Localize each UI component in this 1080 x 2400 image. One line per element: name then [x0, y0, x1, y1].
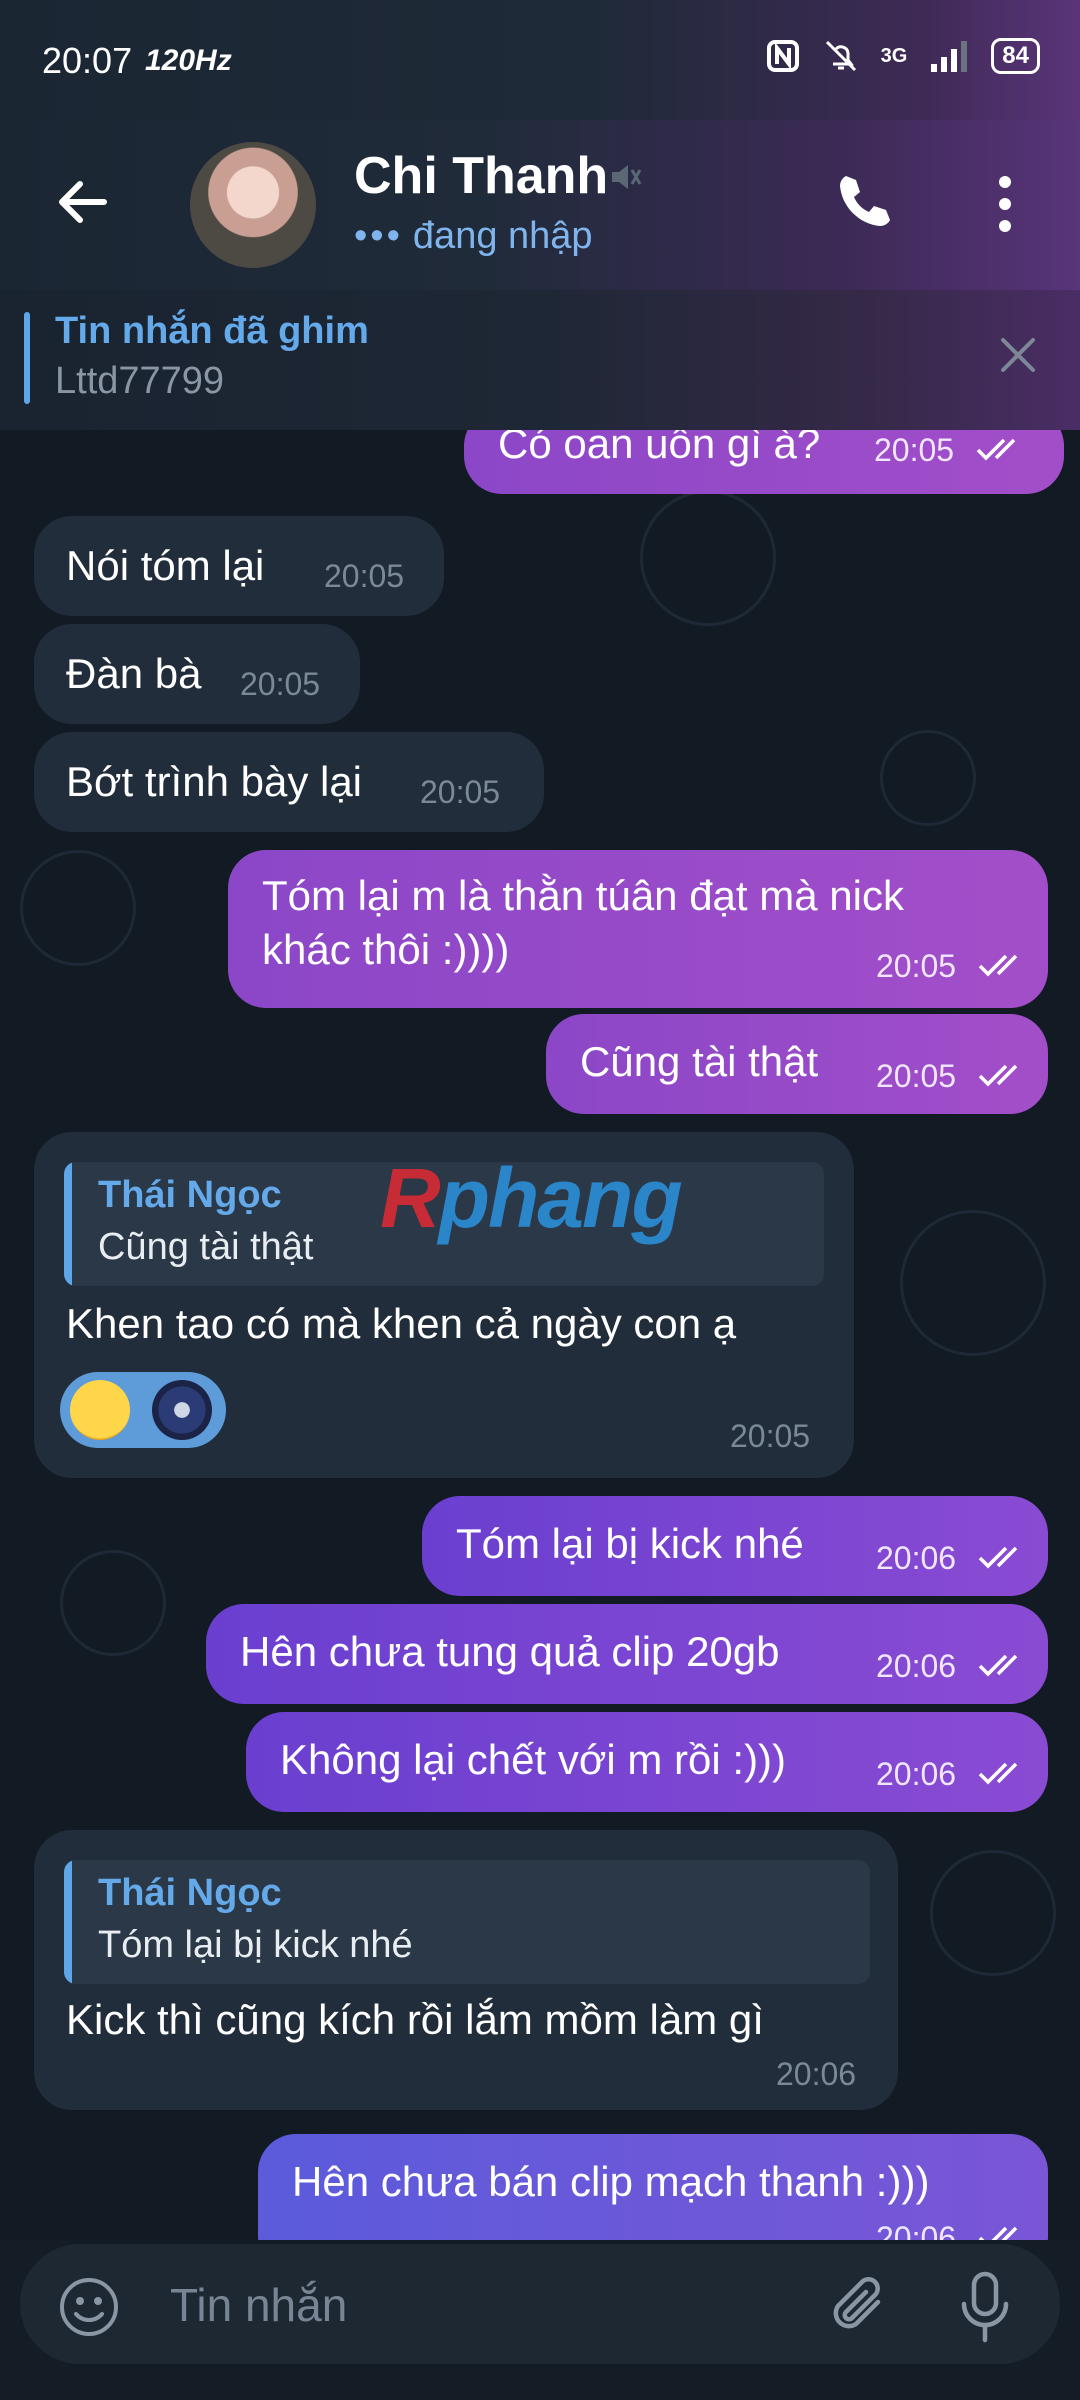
- refresh-rate: 120Hz: [145, 44, 232, 77]
- reply-text: Cũng tài thật: [98, 1226, 314, 1268]
- reply-author: Thái Ngọc: [98, 1872, 282, 1914]
- read-ticks-icon: [978, 1762, 1018, 1785]
- message-time: 20:05: [876, 948, 957, 984]
- background-doodle: [640, 490, 776, 626]
- typing-dots: •••: [354, 215, 403, 257]
- message-outgoing[interactable]: Hên chưa bán clip mạch thanh :))) 20:06: [258, 2134, 1048, 2240]
- message-text: Khen tao có mà khen cả ngày con ạ: [66, 1300, 737, 1347]
- message-text: Bớt trình bày lại: [66, 758, 363, 805]
- message-incoming-reply[interactable]: Thái Ngọc Tóm lại bị kick nhé Kick thì c…: [34, 1830, 898, 2110]
- nfc-icon: [766, 40, 799, 72]
- message-time: 20:05: [240, 666, 321, 702]
- attach-icon[interactable]: [826, 2272, 896, 2342]
- signal-icon: [931, 41, 968, 72]
- back-arrow-icon[interactable]: [52, 172, 112, 232]
- background-doodle: [880, 730, 976, 826]
- read-ticks-icon: [976, 438, 1016, 461]
- message-text: Đàn bà: [66, 650, 202, 697]
- message-input[interactable]: Tin nhắn: [170, 2278, 347, 2332]
- pinned-text: Lttd77799: [55, 360, 225, 402]
- message-time: 20:06: [876, 1540, 957, 1576]
- status-text: đang nhập: [412, 215, 593, 257]
- reply-indicator: [64, 1162, 72, 1286]
- watermark-part2: phang: [438, 1151, 683, 1245]
- read-ticks-icon: [978, 1654, 1018, 1677]
- message-text-line2: khác thôi :)))): [262, 926, 510, 973]
- reply-text: Tóm lại bị kick nhé: [98, 1924, 413, 1966]
- contact-name[interactable]: Chi Thanh: [354, 146, 608, 206]
- phone-icon[interactable]: [832, 170, 896, 234]
- message-outgoing[interactable]: Có oan uốn gì à? 20:05: [464, 430, 1064, 494]
- reactor-avatar: [152, 1380, 212, 1440]
- message-outgoing[interactable]: Tóm lại bị kick nhé 20:06: [422, 1496, 1048, 1596]
- message-time: 20:06: [776, 2056, 857, 2092]
- message-outgoing[interactable]: Tóm lại m là thằn túân đạt mà nick khác …: [228, 850, 1048, 1008]
- pinned-indicator: [24, 312, 30, 404]
- battery-level: 84: [991, 38, 1040, 74]
- status-icons: 3G 84: [765, 38, 1040, 74]
- message-text: Tóm lại bị kick nhé: [456, 1520, 804, 1567]
- watermark-logo: Rphang: [380, 1150, 683, 1247]
- background-doodle: [930, 1850, 1056, 1976]
- message-text: Không lại chết với m rồi :))): [280, 1736, 787, 1783]
- message-time: 20:06: [876, 1648, 957, 1684]
- more-options-icon[interactable]: [990, 172, 1020, 236]
- message-time: 20:05: [324, 558, 405, 594]
- message-time: 20:05: [876, 1058, 957, 1094]
- message-time: 20:05: [874, 432, 955, 468]
- message-incoming[interactable]: Nói tóm lại 20:05: [34, 516, 444, 616]
- reaction-chip[interactable]: [60, 1372, 226, 1448]
- message-text: Nói tóm lại: [66, 542, 265, 589]
- bell-off-icon: [825, 40, 856, 72]
- message-outgoing[interactable]: Không lại chết với m rồi :))) 20:06: [246, 1712, 1048, 1812]
- microphone-icon[interactable]: [960, 2270, 1010, 2344]
- message-outgoing[interactable]: Cũng tài thật 20:05: [546, 1014, 1048, 1114]
- watermark-part1: R: [380, 1151, 441, 1245]
- message-text: Kick thì cũng kích rồi lắm mồm làm gì: [66, 1996, 764, 2043]
- message-text: Có oan uốn gì à?: [498, 430, 821, 467]
- contact-avatar[interactable]: [190, 142, 316, 268]
- reply-indicator: [64, 1860, 72, 1984]
- emoji-icon[interactable]: [58, 2276, 120, 2338]
- status-bar: 20:07 120Hz 3G 84: [0, 0, 1080, 120]
- message-input-bar: Tin nhắn: [20, 2244, 1060, 2364]
- read-ticks-icon: [978, 954, 1018, 977]
- message-text: Hên chưa bán clip mạch thanh :))): [292, 2158, 930, 2205]
- message-time: 20:06: [876, 2220, 957, 2240]
- message-incoming[interactable]: Đàn bà 20:05: [34, 624, 360, 724]
- message-text: Hên chưa tung quả clip 20gb: [240, 1628, 780, 1675]
- close-icon[interactable]: [995, 332, 1041, 378]
- grinning-emoji-icon: [70, 1380, 130, 1440]
- message-incoming[interactable]: Bớt trình bày lại 20:05: [34, 732, 544, 832]
- chat-header: Chi Thanh ••• đang nhập: [0, 120, 1080, 290]
- reply-quote[interactable]: Thái Ngọc Tóm lại bị kick nhé: [64, 1860, 870, 1984]
- message-outgoing[interactable]: Hên chưa tung quả clip 20gb 20:06: [206, 1604, 1048, 1704]
- mute-icon: [612, 165, 642, 189]
- message-time: 20:05: [420, 774, 501, 810]
- reply-author: Thái Ngọc: [98, 1174, 282, 1216]
- message-time: 20:05: [730, 1418, 811, 1454]
- contact-status: ••• đang nhập: [354, 215, 593, 258]
- read-ticks-icon: [978, 2226, 1018, 2240]
- pinned-title: Tin nhắn đã ghim: [55, 310, 369, 352]
- message-list[interactable]: Có oan uốn gì à? 20:05 Nói tóm lại 20:05…: [0, 430, 1080, 2240]
- background-doodle: [20, 850, 136, 966]
- network-label: 3G: [880, 44, 908, 67]
- message-text: Cũng tài thật: [580, 1038, 819, 1085]
- read-ticks-icon: [978, 1064, 1018, 1087]
- status-time: 20:07: [42, 40, 133, 81]
- message-text-line1: Tóm lại m là thằn túân đạt mà nick: [262, 872, 904, 919]
- background-doodle: [900, 1210, 1046, 1356]
- background-doodle: [60, 1550, 166, 1656]
- read-ticks-icon: [978, 1546, 1018, 1569]
- message-time: 20:06: [876, 1756, 957, 1792]
- pinned-message[interactable]: Tin nhắn đã ghim Lttd77799: [0, 290, 1080, 431]
